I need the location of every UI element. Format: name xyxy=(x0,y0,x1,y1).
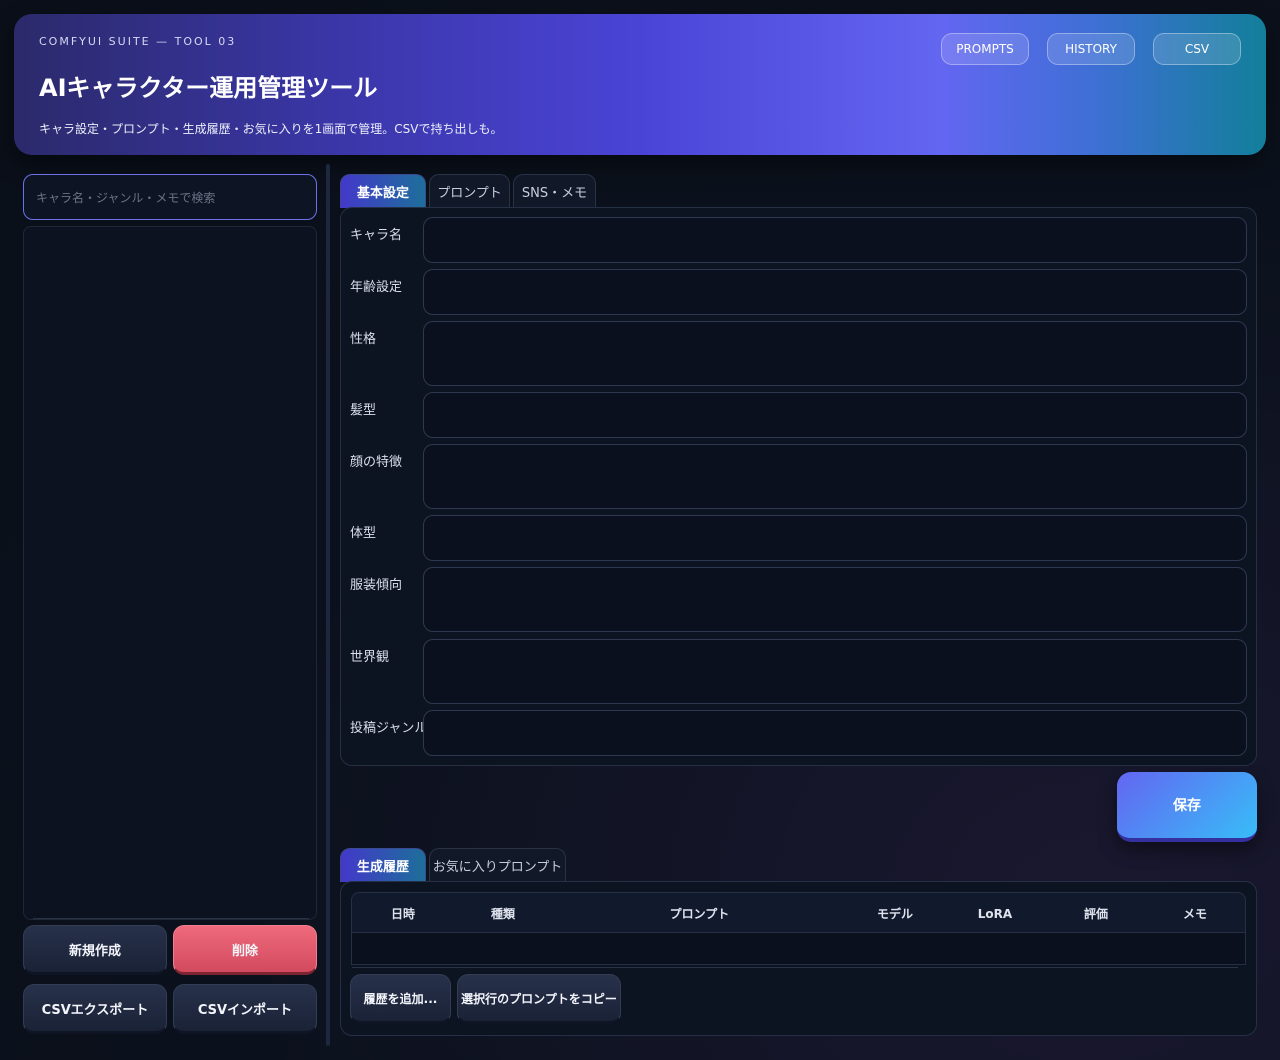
tab-sns-memo[interactable]: SNS・メモ xyxy=(513,174,596,208)
tab-prompt[interactable]: プロンプト xyxy=(429,174,510,208)
save-button[interactable]: 保存 xyxy=(1117,772,1257,842)
field-label-world: 世界観 xyxy=(350,650,390,665)
history-table-body[interactable] xyxy=(351,933,1246,965)
pane-splitter[interactable] xyxy=(326,164,330,1046)
tab-generation-history[interactable]: 生成履歴 xyxy=(340,848,426,882)
outfit-textarea[interactable] xyxy=(423,567,1247,632)
history-divider xyxy=(352,967,1238,968)
field-label-outfit: 服装傾向 xyxy=(350,578,403,593)
worldview-textarea[interactable] xyxy=(423,639,1247,704)
add-history-button[interactable]: 履歴を追加... xyxy=(350,974,451,1024)
suite-label: COMFYUI SUITE — TOOL 03 xyxy=(39,35,237,48)
delete-button[interactable]: 削除 xyxy=(173,925,317,975)
character-name-input[interactable] xyxy=(423,217,1247,263)
column-header-memo[interactable]: メモ xyxy=(1145,893,1245,934)
field-label-genre: 投稿ジャンル xyxy=(350,721,428,736)
page-title: AIキャラクター運用管理ツール xyxy=(39,74,378,102)
copy-prompt-button[interactable]: 選択行のプロンプトをコピー xyxy=(457,974,621,1024)
nav-csv-button[interactable]: CSV xyxy=(1153,33,1241,65)
age-input[interactable] xyxy=(423,269,1247,315)
nav-prompts-button[interactable]: PROMPTS xyxy=(941,33,1029,65)
face-features-textarea[interactable] xyxy=(423,444,1247,509)
column-header-lora[interactable]: LoRA xyxy=(943,893,1047,934)
column-header-rating[interactable]: 評価 xyxy=(1047,893,1145,934)
nav-history-button[interactable]: HISTORY xyxy=(1047,33,1135,65)
tab-favorite-prompts[interactable]: お気に入りプロンプト xyxy=(429,848,566,882)
character-list[interactable] xyxy=(23,226,317,920)
column-header-type[interactable]: 種類 xyxy=(454,893,552,934)
new-character-button[interactable]: 新規作成 xyxy=(23,925,167,975)
field-label-name: キャラ名 xyxy=(350,228,403,243)
search-input[interactable]: キャラ名・ジャンル・メモで検索 xyxy=(23,174,317,220)
history-table-header: 日時 種類 プロンプト モデル LoRA 評価 メモ xyxy=(351,892,1246,933)
field-label-personality: 性格 xyxy=(350,332,377,347)
personality-textarea[interactable] xyxy=(423,321,1247,386)
tab-basic-settings[interactable]: 基本設定 xyxy=(340,174,426,208)
field-label-face: 顔の特徴 xyxy=(350,455,403,470)
hairstyle-input[interactable] xyxy=(423,392,1247,438)
column-header-datetime[interactable]: 日時 xyxy=(352,893,454,934)
body-type-input[interactable] xyxy=(423,515,1247,561)
field-label-hairstyle: 髪型 xyxy=(350,403,377,418)
column-header-prompt[interactable]: プロンプト xyxy=(552,893,847,934)
app-header: COMFYUI SUITE — TOOL 03 AIキャラクター運用管理ツール … xyxy=(14,14,1266,155)
post-genre-input[interactable] xyxy=(423,710,1247,756)
field-label-age: 年齢設定 xyxy=(350,280,403,295)
page-subtitle: キャラ設定・プロンプト・生成履歴・お気に入りを1画面で管理。CSVで持ち出しも。 xyxy=(39,122,503,136)
field-label-body: 体型 xyxy=(350,526,377,541)
csv-export-button[interactable]: CSVエクスポート xyxy=(23,984,167,1034)
sidebar-divider xyxy=(33,918,309,919)
column-header-model[interactable]: モデル xyxy=(847,893,943,934)
csv-import-button[interactable]: CSVインポート xyxy=(173,984,317,1034)
